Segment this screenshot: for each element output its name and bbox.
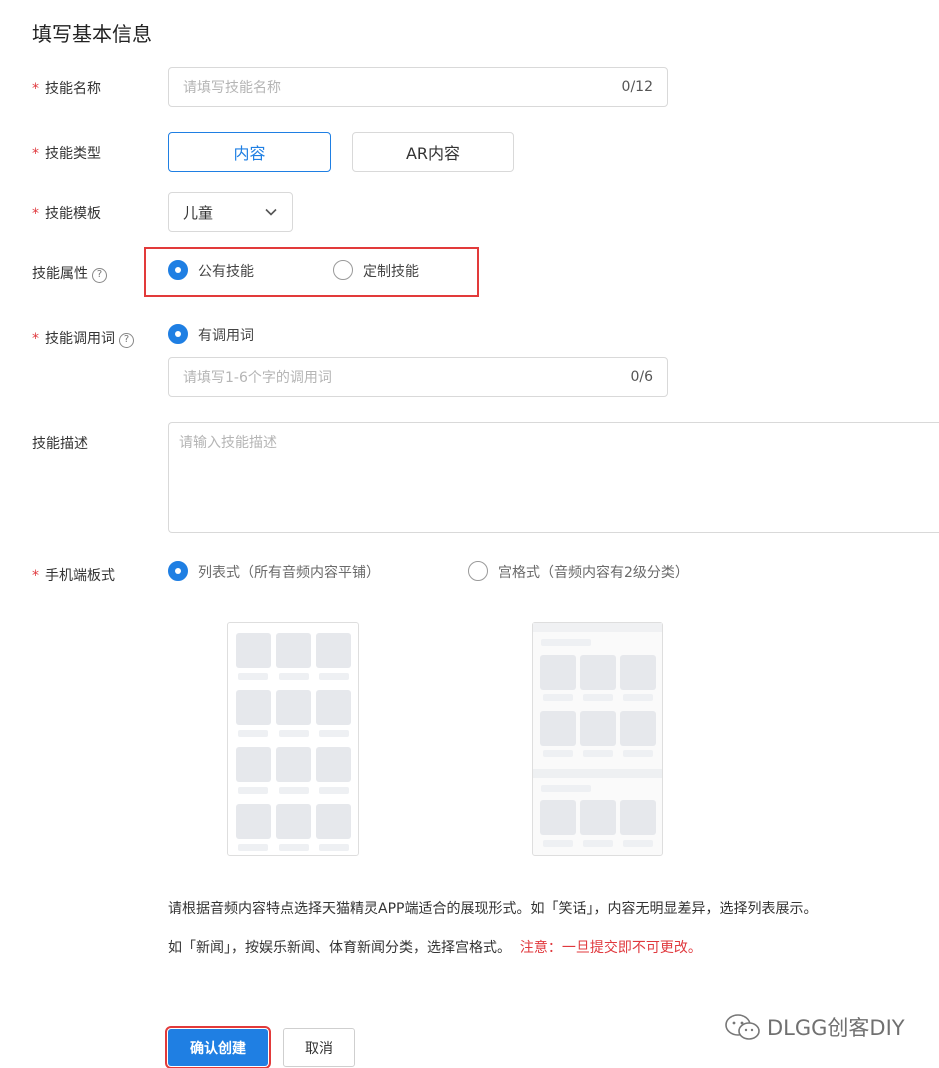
required-mark: * (32, 81, 39, 97)
attribute-public-radio[interactable] (168, 260, 188, 280)
skill-template-value: 儿童 (183, 203, 214, 222)
required-mark: * (32, 206, 39, 222)
watermark-text: DLGG创客DIY (767, 1016, 905, 1040)
invocation-label: * 技能调用词? (32, 328, 134, 348)
layout-note-line1: 请根据音频内容特点选择天猫精灵APP端适合的展现形式。如「笑话」，内容无明显差异… (168, 901, 818, 917)
page-title: 填写基本信息 (32, 22, 152, 46)
cancel-button[interactable]: 取消 (283, 1028, 355, 1067)
description-textarea[interactable]: 请输入技能描述 (168, 422, 939, 533)
skill-type-ar-button[interactable]: AR内容 (352, 132, 514, 172)
skill-name-label: * 技能名称 (32, 81, 101, 97)
skill-name-placeholder: 请填写技能名称 (183, 80, 281, 96)
layout-note-line2: 如「新闻」，按娱乐新闻、体育新闻分类，选择宫格式。 注意：一旦提交即不可更改。 (168, 937, 702, 957)
required-mark: * (32, 568, 39, 584)
invocation-input[interactable]: 请填写1-6个字的调用词 0/6 (168, 357, 668, 397)
chevron-down-icon (265, 208, 277, 216)
layout-list-label[interactable]: 列表式（所有音频内容平铺） (198, 562, 380, 582)
layout-list-radio[interactable] (168, 561, 188, 581)
attribute-public-label[interactable]: 公有技能 (198, 261, 254, 281)
layout-grid-label[interactable]: 宫格式（音频内容有2级分类） (498, 562, 689, 582)
skill-template-label: * 技能模板 (32, 206, 101, 222)
invocation-placeholder: 请填写1-6个字的调用词 (183, 370, 332, 386)
layout-grid-radio[interactable] (468, 561, 488, 581)
description-placeholder: 请输入技能描述 (179, 435, 277, 451)
attribute-custom-label[interactable]: 定制技能 (363, 261, 419, 281)
question-circle-icon[interactable]: ? (119, 332, 134, 348)
skill-attribute-label: 技能属性? (32, 263, 107, 283)
required-mark: * (32, 146, 39, 162)
skill-name-input[interactable]: 请填写技能名称 0/12 (168, 67, 668, 107)
grid-layout-preview (532, 622, 663, 856)
layout-note-text: 如「新闻」，按娱乐新闻、体育新闻分类，选择宫格式。 (168, 940, 511, 956)
description-label: 技能描述 (32, 436, 88, 452)
watermark: DLGG创客DIY (723, 1012, 905, 1042)
skill-type-label: * 技能类型 (32, 146, 101, 162)
invocation-enabled-label[interactable]: 有调用词 (198, 325, 254, 345)
layout-note-warning: 注意：一旦提交即不可更改。 (519, 940, 702, 956)
question-circle-icon[interactable]: ? (92, 267, 107, 283)
skill-name-counter: 0/12 (621, 79, 653, 95)
list-layout-preview (227, 622, 359, 856)
required-mark: * (32, 331, 39, 347)
skill-template-select[interactable]: 儿童 (168, 192, 293, 232)
confirm-create-button[interactable]: 确认创建 (165, 1026, 271, 1068)
attribute-custom-radio[interactable] (333, 260, 353, 280)
wechat-icon (725, 1014, 760, 1040)
invocation-enabled-radio[interactable] (168, 324, 188, 344)
layout-label: * 手机端板式 (32, 568, 115, 584)
skill-type-content-button[interactable]: 内容 (168, 132, 331, 172)
invocation-counter: 0/6 (630, 369, 653, 385)
highlight-box-attribute (144, 247, 479, 297)
